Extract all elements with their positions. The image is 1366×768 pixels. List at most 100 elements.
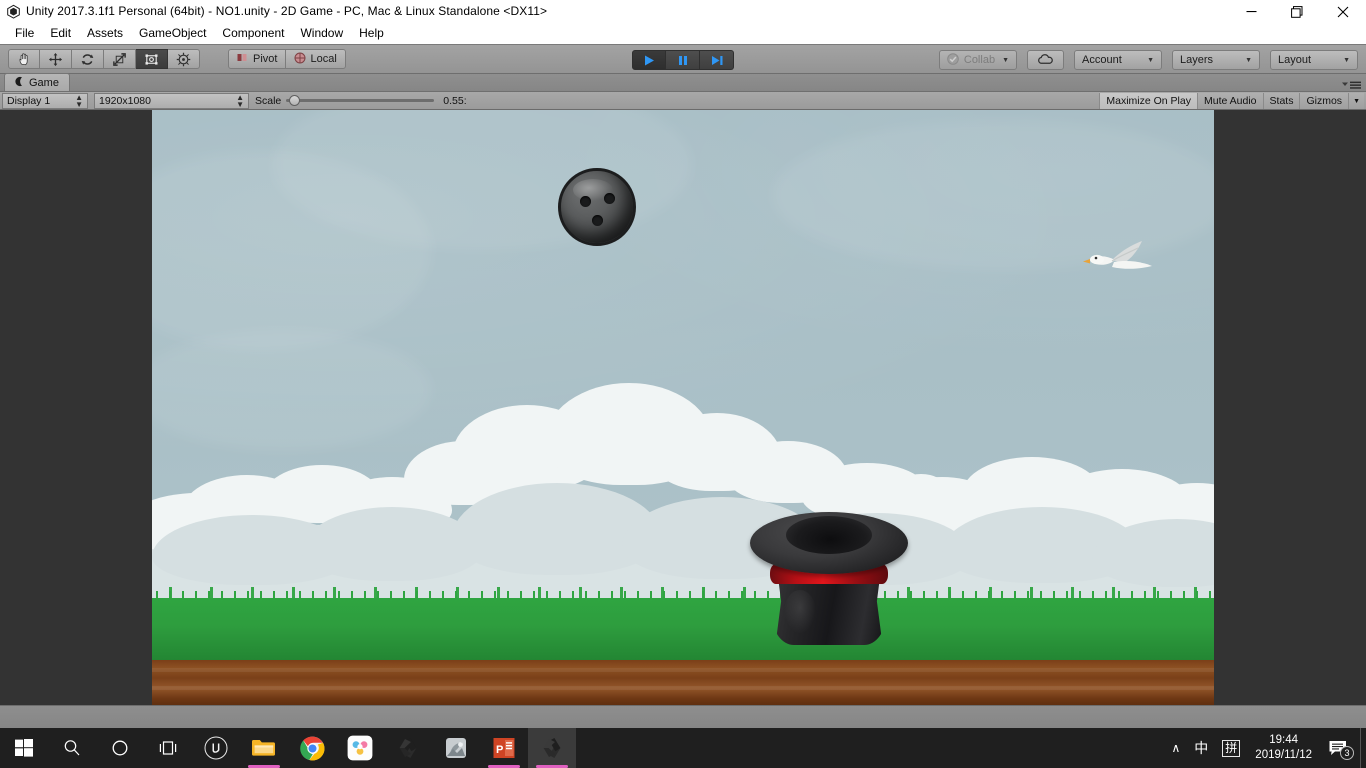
chevron-down-icon: ▼ bbox=[1147, 56, 1154, 64]
unreal-engine-app[interactable] bbox=[192, 728, 240, 768]
toolbar-right-group: Collab ▼ Account ▼ Layers ▼ Layout ▼ bbox=[938, 50, 1358, 70]
menu-file[interactable]: File bbox=[7, 24, 42, 43]
unity-icon bbox=[399, 738, 417, 758]
pivot-button[interactable]: Pivot bbox=[228, 49, 287, 69]
minimize-button[interactable] bbox=[1228, 0, 1274, 23]
stats-button[interactable]: Stats bbox=[1262, 93, 1300, 109]
drive-app[interactable] bbox=[336, 728, 384, 768]
pivot-icon bbox=[237, 52, 249, 66]
notification-center-button[interactable]: 3 bbox=[1320, 728, 1360, 768]
play-icon bbox=[645, 55, 654, 65]
scale-tool-button[interactable] bbox=[104, 49, 136, 69]
collab-label: Collab bbox=[963, 54, 996, 66]
grass-ground bbox=[152, 587, 1214, 660]
cortana-button[interactable] bbox=[96, 728, 144, 768]
pivot-group: Pivot Local bbox=[228, 49, 346, 69]
clock-date: 2019/11/12 bbox=[1255, 749, 1312, 761]
gizmos-button[interactable]: Gizmos bbox=[1299, 93, 1349, 109]
account-button[interactable]: Account ▼ bbox=[1074, 50, 1162, 70]
menu-bar: File Edit Assets GameObject Component Wi… bbox=[0, 23, 1366, 44]
maximize-on-play-button[interactable]: Maximize On Play bbox=[1099, 93, 1197, 109]
task-view-icon bbox=[159, 741, 177, 755]
game-render-area[interactable] bbox=[0, 110, 1366, 705]
hat-highlight bbox=[784, 590, 816, 634]
unity-status-bar bbox=[0, 705, 1366, 728]
ime-pinyin-indicator[interactable]: 拼 bbox=[1215, 728, 1247, 768]
menu-edit[interactable]: Edit bbox=[42, 24, 79, 43]
bowling-ball bbox=[558, 168, 636, 246]
search-button[interactable] bbox=[48, 728, 96, 768]
rotate-icon bbox=[81, 53, 94, 65]
unity-toolbar: Pivot Local Collab ▼ Account ▼ Layers ▼ … bbox=[0, 44, 1366, 74]
menu-component[interactable]: Component bbox=[214, 24, 292, 43]
scale-value: 0.55: bbox=[443, 94, 467, 107]
game-viewport[interactable] bbox=[152, 110, 1214, 705]
layers-button[interactable]: Layers ▼ bbox=[1172, 50, 1260, 70]
local-button[interactable]: Local bbox=[286, 49, 346, 69]
notification-badge: 3 bbox=[1340, 746, 1354, 760]
folder-icon bbox=[252, 740, 275, 756]
resolution-select-value: 1920x1080 bbox=[99, 94, 151, 107]
tray-expand-chevron[interactable]: ∧ bbox=[1164, 728, 1187, 768]
menu-help[interactable]: Help bbox=[351, 24, 392, 43]
scale-slider[interactable] bbox=[286, 95, 435, 106]
show-desktop-button[interactable] bbox=[1360, 728, 1366, 768]
chrome-app[interactable] bbox=[288, 728, 336, 768]
tab-game[interactable]: Game bbox=[4, 73, 70, 91]
pause-icon bbox=[678, 55, 687, 65]
task-view-button[interactable] bbox=[144, 728, 192, 768]
account-label: Account bbox=[1082, 54, 1122, 66]
collab-button[interactable]: Collab ▼ bbox=[938, 50, 1017, 70]
unity-hub-app[interactable] bbox=[432, 728, 480, 768]
rotate-tool-button[interactable] bbox=[72, 49, 104, 69]
game-view-toolbar: Display 1 ▲ ▼ 1920x1080 ▲ ▼ Scale 0.55: Ma… bbox=[0, 92, 1366, 110]
step-button[interactable] bbox=[700, 50, 734, 70]
unreal-engine-icon bbox=[204, 736, 228, 760]
layout-button[interactable]: Layout ▼ bbox=[1270, 50, 1358, 70]
scale-slider-handle[interactable] bbox=[289, 95, 301, 106]
menu-gameobject[interactable]: GameObject bbox=[131, 24, 214, 43]
game-view-icon bbox=[13, 76, 24, 90]
mute-audio-button[interactable]: Mute Audio bbox=[1196, 93, 1263, 109]
transform-tools-group bbox=[8, 49, 200, 69]
clock[interactable]: 19:44 2019/11/12 bbox=[1247, 733, 1320, 763]
unity-hub-icon bbox=[446, 738, 466, 758]
start-button[interactable] bbox=[0, 728, 48, 768]
unity-active-app[interactable] bbox=[528, 728, 576, 768]
unity-editor-window: Unity 2017.3.1f1 Personal (64bit) - NO1.… bbox=[0, 0, 1366, 768]
resolution-select[interactable]: 1920x1080 ▲ ▼ bbox=[94, 92, 249, 109]
powerpoint-app[interactable]: P bbox=[480, 728, 528, 768]
chevron-down-icon: ▼ bbox=[1245, 56, 1252, 64]
system-tray: ∧ 中 拼 19:44 2019/11/12 3 bbox=[1164, 728, 1366, 768]
cloud-button[interactable] bbox=[1027, 50, 1064, 70]
move-icon bbox=[48, 52, 63, 66]
dirt-streak bbox=[152, 668, 1214, 672]
restore-button[interactable] bbox=[1274, 0, 1320, 23]
hat-opening bbox=[786, 516, 872, 554]
chevron-down-icon: ▼ bbox=[1002, 56, 1009, 64]
pause-button[interactable] bbox=[666, 50, 700, 70]
menu-assets[interactable]: Assets bbox=[79, 24, 131, 43]
cloud-group-main bbox=[152, 365, 1214, 605]
close-button[interactable] bbox=[1320, 0, 1366, 23]
menu-window[interactable]: Window bbox=[292, 24, 351, 43]
transform-tool-button[interactable] bbox=[168, 49, 200, 69]
window-titlebar: Unity 2017.3.1f1 Personal (64bit) - NO1.… bbox=[0, 0, 1366, 23]
chevron-down-icon: ▼ bbox=[1343, 56, 1350, 64]
gizmos-dropdown-button[interactable]: ▼ bbox=[1348, 93, 1364, 109]
ime-language-indicator[interactable]: 中 bbox=[1187, 728, 1215, 768]
drive-app-icon bbox=[347, 735, 373, 761]
move-tool-button[interactable] bbox=[40, 49, 72, 69]
chevron-down-icon: ▼ bbox=[1353, 97, 1360, 105]
play-button[interactable] bbox=[632, 50, 666, 70]
local-axis-icon bbox=[294, 52, 306, 67]
layers-label: Layers bbox=[1180, 54, 1214, 66]
unity-app[interactable] bbox=[384, 728, 432, 768]
file-explorer-app[interactable] bbox=[240, 728, 288, 768]
ball-hole bbox=[604, 193, 615, 204]
display-select[interactable]: Display 1 ▲ ▼ bbox=[2, 92, 88, 109]
powerpoint-icon: P bbox=[493, 738, 515, 758]
rect-tool-button[interactable] bbox=[136, 49, 168, 69]
top-hat bbox=[750, 502, 908, 647]
hand-tool-button[interactable] bbox=[8, 49, 40, 69]
